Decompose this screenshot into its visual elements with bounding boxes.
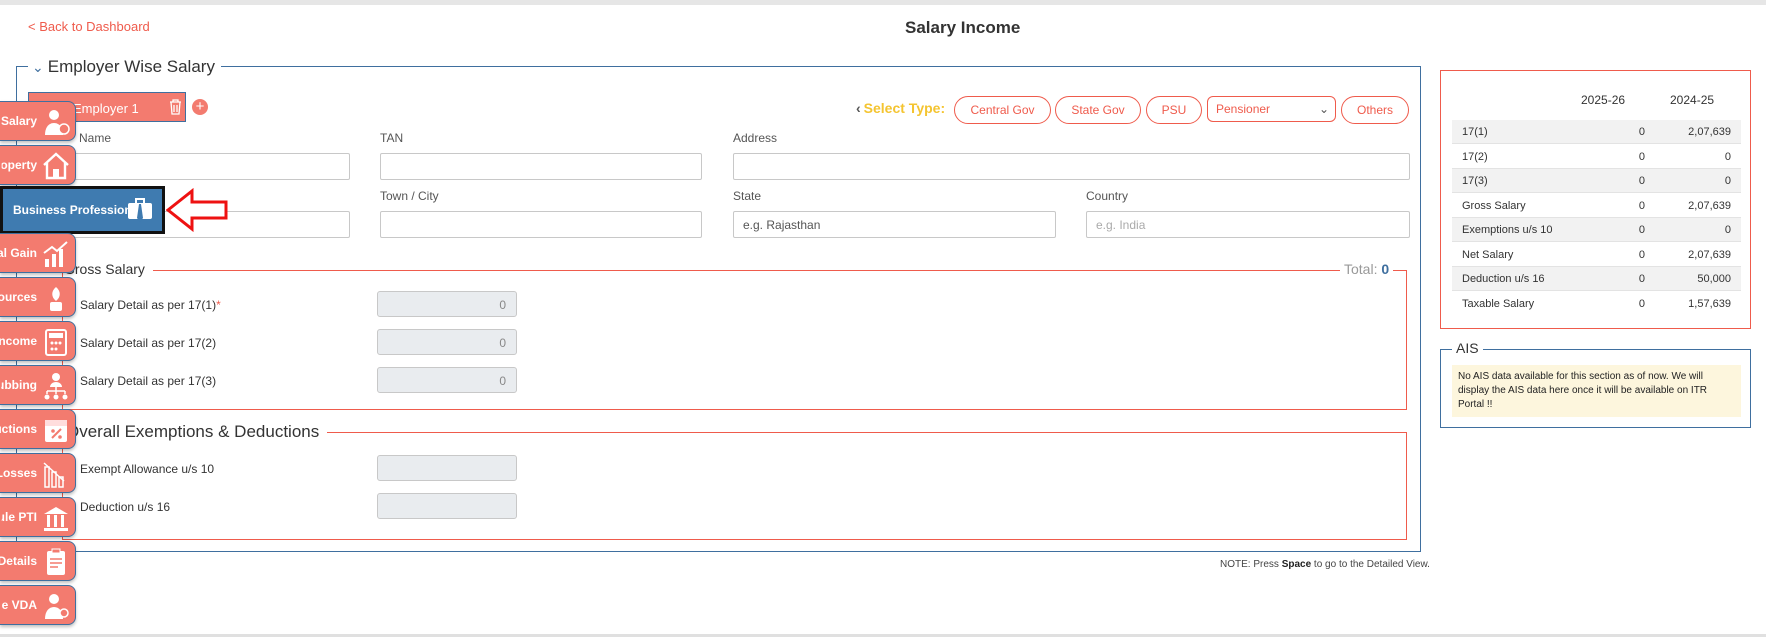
sidebar-item-salary[interactable]: Salary [0, 101, 76, 141]
employer-section-header[interactable]: ⌄ Employer Wise Salary [28, 57, 221, 77]
gross-salary-total: Total: 0 [1340, 261, 1394, 277]
family-tree-icon [44, 373, 68, 400]
select-type-label: ‹ Select Type: [856, 100, 946, 116]
tax-percent-icon [45, 420, 67, 442]
summary-row: 17(2) 0 0 [1452, 145, 1741, 169]
town-label: Town / City [380, 189, 439, 203]
country-field[interactable]: e.g. India [1086, 211, 1410, 238]
summary-row: Gross Salary 0 2,07,639 [1452, 194, 1741, 218]
sidebar-item-tax-details[interactable]: Tax Details [0, 541, 76, 581]
gross-salary-title: Gross Salary [64, 261, 153, 277]
summary-row: 17(1) 0 2,07,639 [1452, 120, 1741, 144]
tax-clipboard-icon [47, 548, 65, 575]
state-label: State [733, 189, 762, 203]
tax-calculator-icon [45, 329, 67, 356]
name-label: Name [79, 131, 112, 145]
sidebar-item-losses[interactable]: Losses [0, 453, 76, 493]
salary-17-2-input[interactable]: 0 [377, 329, 517, 355]
person-coin-icon [45, 594, 69, 619]
back-to-dashboard-link[interactable]: < Back to Dashboard [28, 19, 150, 34]
salary-17-3-label: Salary Detail as per 17(3) [80, 374, 217, 388]
summary-row: Deduction u/s 16 0 50,000 [1452, 267, 1741, 291]
chevron-left-icon[interactable]: ‹ [856, 100, 861, 116]
ais-title: AIS [1452, 340, 1483, 356]
gross-salary-section [62, 270, 1407, 410]
country-label: Country [1086, 189, 1129, 203]
type-state-gov-button[interactable]: State Gov [1055, 96, 1141, 124]
town-field[interactable] [380, 211, 702, 238]
address-field[interactable] [733, 153, 1410, 180]
summary-row: 17(3) 0 0 [1452, 169, 1741, 193]
type-others-button[interactable]: Others [1341, 96, 1409, 124]
type-central-gov-button[interactable]: Central Gov [954, 96, 1051, 124]
chevron-down-icon[interactable]: ⌄ [32, 59, 44, 75]
sidebar-item-capital-gain[interactable]: Capital Gain [0, 233, 76, 273]
exempt-allowance-label: Exempt Allowance u/s 10 [80, 462, 215, 476]
summary-row: Net Salary 0 2,07,639 [1452, 243, 1741, 267]
type-psu-button[interactable]: PSU [1146, 96, 1202, 124]
salary-17-1-input[interactable]: 0 [377, 291, 517, 317]
trash-icon[interactable] [169, 99, 182, 115]
briefcase-tie-icon [128, 198, 152, 222]
house-icon [43, 152, 69, 180]
sidebar-item-schedule-vda[interactable]: Schedule VDA [0, 585, 76, 625]
sidebar-item-deductions[interactable]: Deductions [0, 409, 76, 449]
salary-17-1-label: Salary Detail as per 17(1)* [80, 298, 221, 312]
plant-money-icon [50, 287, 62, 311]
declining-chart-icon [43, 462, 65, 488]
salary-17-3-input[interactable]: 0 [377, 367, 517, 393]
exempt-allowance-input[interactable] [377, 455, 517, 481]
employer-section-title: Employer Wise Salary [47, 57, 215, 76]
red-pointer-arrow-icon [166, 188, 228, 232]
bank-icon [44, 507, 68, 531]
employer-tab-label: Employer 1 [73, 101, 139, 116]
page-title: Salary Income [905, 18, 1021, 37]
summary-row: Taxable Salary 0 1,57,639 [1462, 298, 1731, 310]
sidebar-item-business-profession[interactable]: Business Profession [0, 186, 165, 234]
name-field[interactable] [40, 153, 350, 180]
person-money-icon [45, 110, 70, 135]
exemptions-title: Overall Exemptions & Deductions [66, 422, 328, 442]
sidebar-item-clubbing[interactable]: Clubbing [0, 365, 76, 405]
sidebar-item-other-sources[interactable]: Other Sources [0, 277, 76, 317]
keyboard-note: NOTE: Press Space to go to the Detailed … [1220, 559, 1430, 570]
exemptions-section [62, 432, 1407, 540]
sidebar-item-schedule-pti[interactable]: Schedule PTI [0, 497, 76, 537]
summary-row: Exemptions u/s 10 0 0 [1452, 218, 1741, 242]
summary-col-2025-26: 2025-26 [1581, 93, 1626, 107]
sidebar-item-property[interactable]: Property [0, 145, 76, 185]
tan-field[interactable] [380, 153, 702, 180]
state-field[interactable]: e.g. Rajasthan [733, 211, 1056, 238]
ais-message: No AIS data available for this section a… [1452, 365, 1741, 417]
growth-chart-icon [43, 241, 68, 267]
salary-17-2-label: Salary Detail as per 17(2) [80, 336, 217, 350]
top-divider [0, 0, 1766, 5]
deduction-16-label: Deduction u/s 16 [80, 500, 171, 514]
summary-col-2024-25: 2024-25 [1670, 93, 1715, 107]
deduction-16-input[interactable] [377, 493, 517, 519]
pensioner-select[interactable]: Pensioner ⌄ [1207, 96, 1336, 122]
tan-label: TAN [380, 131, 404, 145]
gross-salary-divider [62, 270, 1407, 271]
add-employer-icon[interactable]: + [192, 99, 208, 115]
sidebar-item-other-income[interactable]: Other Income [0, 321, 76, 361]
chevron-down-icon: ⌄ [1318, 102, 1329, 116]
address-label: Address [733, 131, 778, 145]
